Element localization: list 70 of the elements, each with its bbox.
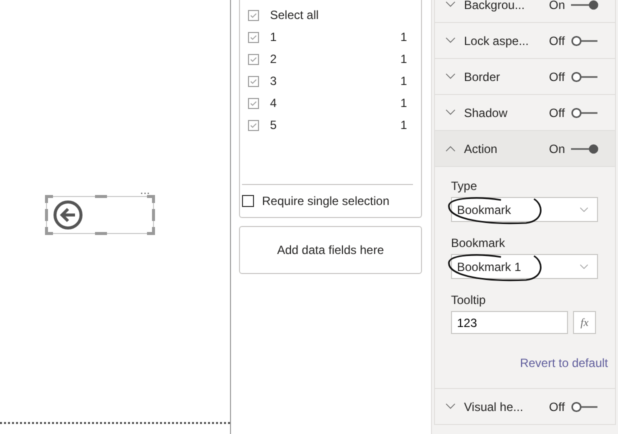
checkbox[interactable] <box>242 195 254 207</box>
checkmark-icon <box>249 98 258 108</box>
section-header[interactable]: Border <box>445 70 549 84</box>
resize-handle[interactable] <box>45 227 53 235</box>
require-single-selection-label: Require single selection <box>262 194 390 208</box>
resize-handle[interactable] <box>95 232 107 235</box>
slicer-item-count: 1 <box>400 30 407 44</box>
checkbox[interactable] <box>248 10 259 20</box>
toggle-switch[interactable] <box>571 142 599 154</box>
toggle-switch[interactable] <box>571 34 599 46</box>
section-header[interactable]: Backgrou... <box>445 0 549 12</box>
slicer-item-count: 1 <box>400 74 407 88</box>
checkmark-icon <box>249 120 258 130</box>
checkbox[interactable] <box>248 120 259 130</box>
more-options-button[interactable]: ... <box>140 186 150 196</box>
slicer-item-count: 1 <box>400 96 407 110</box>
tooltip-input[interactable]: 123 <box>451 311 568 334</box>
toggle-state-label: On <box>549 0 566 12</box>
slicer-item-label: 3 <box>270 74 277 88</box>
slicer-item-label: Select all <box>270 8 319 22</box>
checkmark-icon <box>249 10 258 20</box>
add-data-fields-well[interactable]: Add data fields here <box>239 226 422 274</box>
slicer-item-label: 1 <box>270 30 277 44</box>
slicer-item-count: 1 <box>400 52 407 66</box>
chevron-icon <box>579 264 589 270</box>
toggle-switch[interactable] <box>571 70 599 82</box>
toggle-state-label: Off <box>549 34 566 48</box>
field-label: Bookmark <box>451 236 506 250</box>
resize-handle[interactable] <box>45 195 53 203</box>
section-header[interactable]: Lock aspe... <box>445 34 549 48</box>
chevron-icon <box>445 73 456 80</box>
resize-handle[interactable] <box>45 209 48 221</box>
revert-to-default-link[interactable]: Revert to default <box>520 356 608 370</box>
toggle-state-label: Off <box>549 400 566 414</box>
resize-handle[interactable] <box>152 209 155 221</box>
checkmark-icon <box>249 54 258 64</box>
chevron-icon <box>445 109 456 116</box>
checkbox[interactable] <box>248 76 259 86</box>
chevron-icon <box>445 145 456 152</box>
slicer-item-label: 5 <box>270 118 277 132</box>
toggle-switch[interactable] <box>571 400 599 412</box>
chevron-icon <box>445 403 456 410</box>
resize-handle[interactable] <box>147 227 155 235</box>
toggle-state-label: Off <box>549 70 566 84</box>
slicer-item-label: 4 <box>270 96 277 110</box>
section-header[interactable]: Visual he... <box>445 400 549 414</box>
section-header[interactable]: Action <box>445 142 549 156</box>
selected-button-visual[interactable] <box>46 196 154 234</box>
resize-handle[interactable] <box>95 195 107 198</box>
fx-button[interactable]: fx <box>573 311 596 334</box>
dropdown[interactable]: Bookmark <box>451 197 598 222</box>
chevron-icon <box>445 37 456 44</box>
chevron-icon <box>445 1 456 8</box>
field-label: Tooltip <box>451 293 487 307</box>
chevron-icon <box>579 206 589 212</box>
toggle-switch[interactable] <box>571 106 599 118</box>
checkmark-icon <box>249 32 258 42</box>
slicer-item-count: 1 <box>400 118 407 132</box>
toggle-state-label: Off <box>549 106 566 120</box>
checkbox[interactable] <box>248 98 259 108</box>
section-header[interactable]: Shadow <box>445 106 549 120</box>
toggle-switch[interactable] <box>571 0 599 10</box>
dropdown[interactable]: Bookmark 1 <box>451 254 598 279</box>
toggle-state-label: On <box>549 142 566 156</box>
resize-handle[interactable] <box>147 195 155 203</box>
checkbox[interactable] <box>248 54 259 64</box>
slicer-item-label: 2 <box>270 52 277 66</box>
checkbox[interactable] <box>248 32 259 42</box>
checkmark-icon <box>249 76 258 86</box>
field-label: Type <box>451 179 478 193</box>
